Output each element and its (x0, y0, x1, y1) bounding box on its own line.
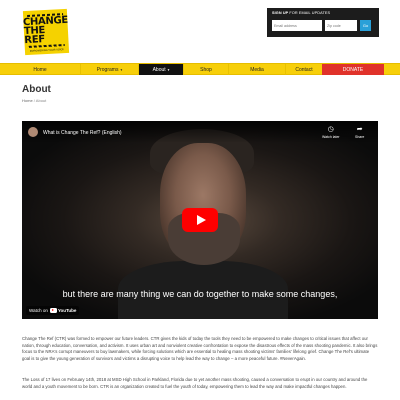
youtube-label: YouTube (57, 308, 77, 313)
share-icon: ➦ (356, 126, 363, 133)
clock-icon: ◷ (327, 126, 334, 133)
page-title: About (22, 84, 51, 95)
play-icon (196, 215, 206, 225)
share-label: Share (355, 135, 365, 139)
watch-on-label: Watch on (29, 308, 48, 313)
watch-later-label: Watch later (322, 135, 340, 139)
channel-avatar[interactable] (28, 127, 38, 137)
watch-later-button[interactable]: ◷ Watch later (322, 126, 340, 139)
about-paragraph-1: Change The Ref (CTR) was formed to empow… (22, 336, 378, 361)
breadcrumb-current: About (35, 98, 47, 103)
change-the-ref-logo[interactable]: CHANGE THE REF EMPOWERING YOUR VOICE (23, 8, 70, 56)
page: CHANGE THE REF EMPOWERING YOUR VOICE SIG… (0, 0, 400, 400)
watch-on-youtube-link[interactable]: Watch on YouTube (26, 306, 80, 315)
play-button[interactable] (182, 208, 218, 232)
email-signup-box: SIGN UP FOR EMAIL UPDATES Go (267, 8, 379, 37)
nav-item-label: Contact (295, 66, 313, 73)
breadcrumb-home-link[interactable]: Home (22, 98, 33, 103)
email-field[interactable] (272, 20, 322, 31)
video-player[interactable]: What is Change The Ref? (English) ◷ Watc… (22, 121, 378, 319)
nav-item-label: Home (33, 66, 47, 73)
zip-code-field[interactable] (325, 20, 357, 31)
donate-button[interactable]: DONATE (322, 64, 384, 75)
chevron-down-icon: ▾ (120, 67, 123, 72)
nav-item-contact[interactable]: Contact (286, 64, 322, 75)
breadcrumb: Home / About (22, 98, 46, 103)
signup-label: SIGN UP FOR EMAIL UPDATES (272, 11, 374, 15)
nav-item-programs[interactable]: Programs ▾ (81, 64, 138, 75)
signup-submit-button[interactable]: Go (360, 20, 371, 31)
signup-label-strong: SIGN UP (272, 11, 289, 15)
nav-item-label: Programs (96, 66, 119, 73)
youtube-icon (49, 308, 57, 313)
share-button[interactable]: ➦ Share (355, 126, 364, 139)
nav-item-label: Shop (200, 66, 212, 73)
nav-item-home[interactable]: Home (0, 64, 80, 75)
signup-form-row: Go (272, 20, 371, 31)
site-header: CHANGE THE REF EMPOWERING YOUR VOICE SIG… (0, 0, 400, 63)
signup-label-rest: FOR EMAIL UPDATES (289, 11, 331, 15)
nav-item-media[interactable]: Media (229, 64, 285, 75)
donate-label: DONATE (342, 66, 364, 73)
main-nav: Home Programs ▾ About ▾ Shop Media Conta… (0, 63, 400, 75)
nav-item-shop[interactable]: Shop (184, 64, 228, 75)
nav-item-label: Media (250, 66, 264, 73)
youtube-logo: YouTube (49, 308, 77, 313)
chevron-down-icon: ▾ (167, 67, 170, 72)
about-paragraph-2: The Loss of 17 lives on February 14th, 2… (22, 377, 368, 389)
logo-tagline: EMPOWERING YOUR VOICE (29, 47, 64, 53)
video-title[interactable]: What is Change The Ref? (English) (43, 130, 122, 136)
video-caption: but there are many thing we can do toget… (62, 289, 338, 299)
nav-item-label: About (152, 66, 166, 73)
logo-line-2: THE REF (23, 24, 46, 46)
nav-item-about[interactable]: About ▾ (139, 64, 183, 75)
